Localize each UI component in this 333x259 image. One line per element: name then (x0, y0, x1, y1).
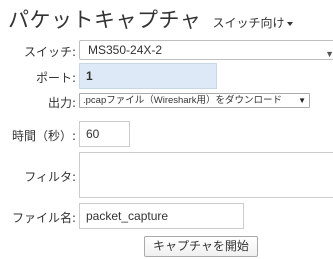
port-label: ポート: (35, 71, 76, 85)
output-label: 出力: (47, 96, 76, 110)
switch-scope-label: スイッチ向け (212, 16, 285, 30)
switch-scope-dropdown[interactable]: スイッチ向け (212, 16, 293, 30)
switch-label: スイッチ: (23, 45, 76, 59)
caret-down-icon (286, 21, 293, 26)
filter-textarea[interactable] (79, 152, 333, 198)
chevron-down-icon: ▼ (325, 45, 333, 59)
dropdown-arrow-icon: ▼ (298, 96, 306, 105)
switch-select-value: MS350-24X-2 (88, 43, 163, 57)
output-select-value: .pcapファイル（Wireshark用）をダウンロード (83, 95, 282, 106)
switch-select[interactable]: MS350-24X-2 ▼ (79, 40, 333, 60)
filename-label: ファイル名: (11, 211, 76, 225)
page-title-text: パケットキャプチャ (8, 8, 202, 32)
page-title: パケットキャプチャ スイッチ向け (8, 4, 293, 34)
filename-input[interactable]: packet_capture (79, 203, 244, 229)
port-input[interactable]: 1 (79, 63, 217, 89)
output-select[interactable]: .pcapファイル（Wireshark用）をダウンロード ▼ (79, 93, 310, 108)
time-input[interactable]: 60 (79, 121, 130, 147)
filter-label: フィルタ: (24, 170, 76, 184)
time-label: 時間（秒）: (11, 129, 76, 143)
start-capture-button[interactable]: キャプチャを開始 (144, 236, 258, 257)
